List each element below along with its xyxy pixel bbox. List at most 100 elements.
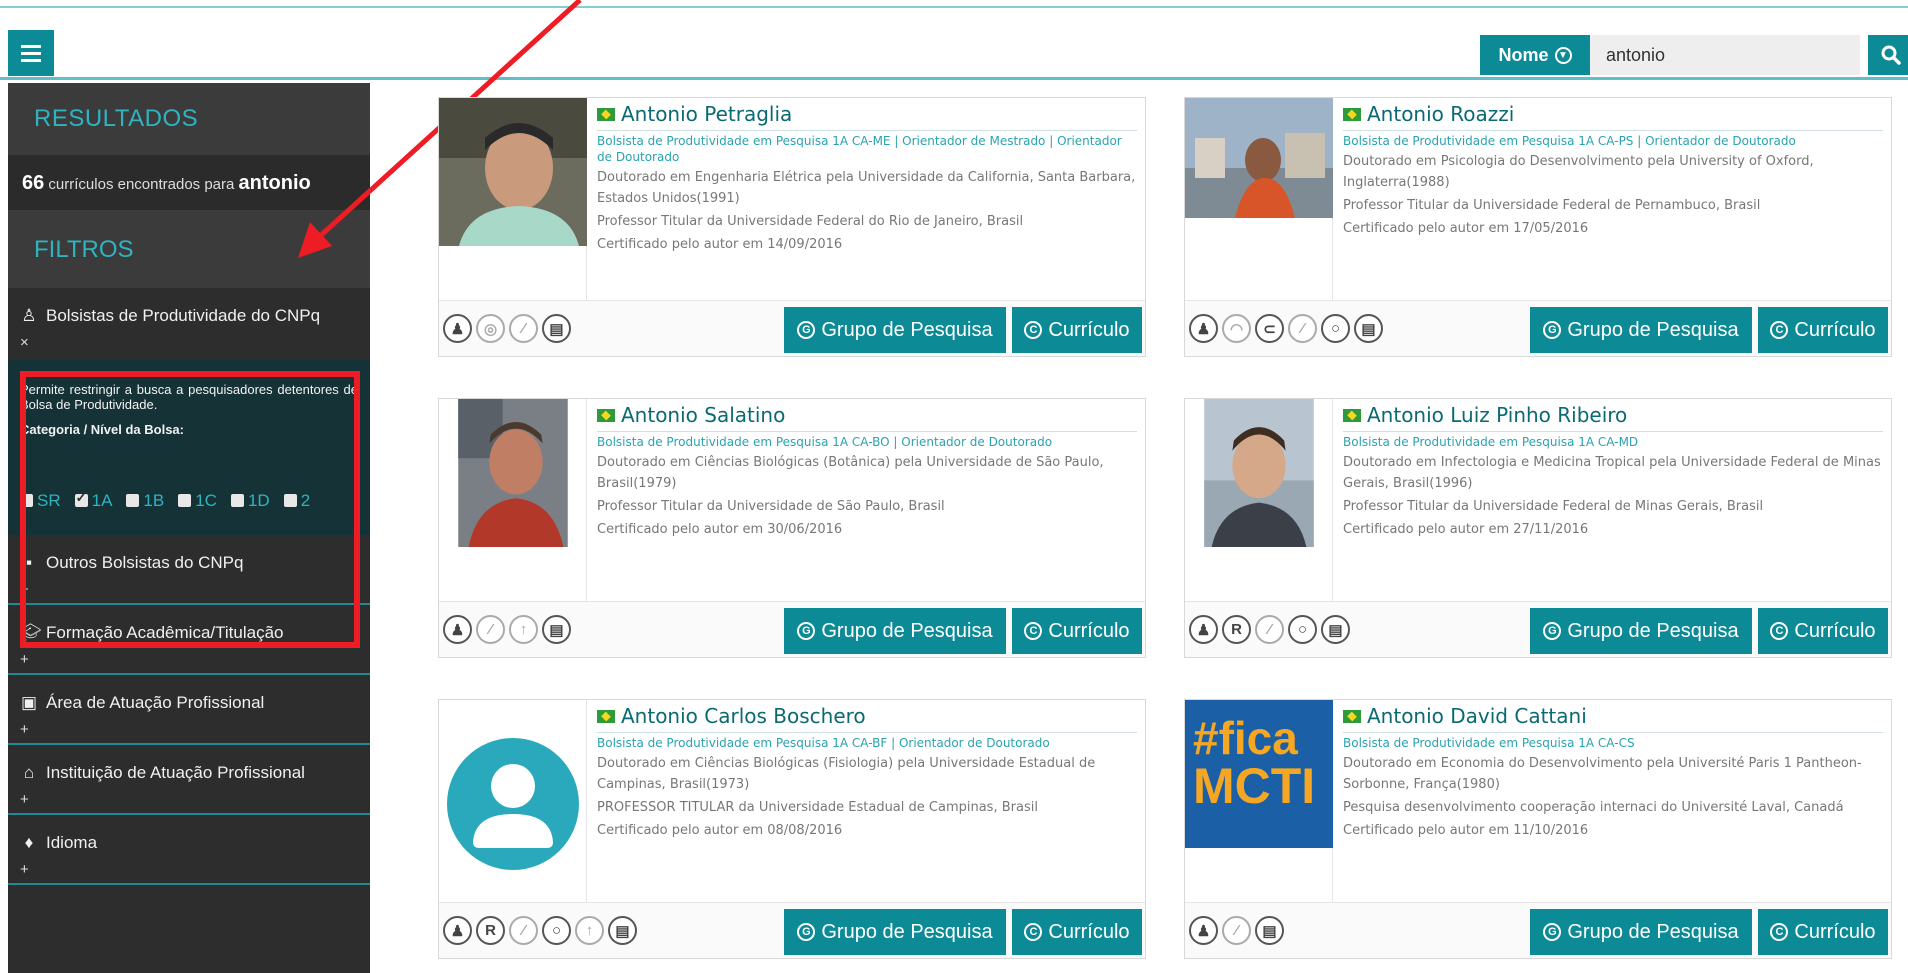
- grupo-pesquisa-button[interactable]: G Grupo de Pesquisa: [784, 307, 1006, 353]
- filter-area-atuacao[interactable]: ▣ Área de Atuação Profissional +: [8, 675, 370, 745]
- book-badge-icon[interactable]: ▤: [542, 314, 571, 343]
- book-badge-icon[interactable]: ▤: [608, 916, 637, 945]
- card-footer: ♟ ◠ ⊂ ⁄ ○ ▤ G Grupo de Pesquisa C Currícul…: [1185, 300, 1891, 356]
- r-badge-icon[interactable]: R: [476, 916, 505, 945]
- degree-line: Doutorado em Engenharia Elétrica pela Un…: [597, 170, 1136, 206]
- level-checkbox-1d[interactable]: 1D: [230, 492, 270, 509]
- arc-badge-icon[interactable]: ◠: [1222, 314, 1251, 343]
- filter-label: Formação Acadêmica/Titulação: [46, 623, 284, 642]
- person-badge-icon[interactable]: ♟: [1189, 916, 1218, 945]
- filter-bolsistas-produtividade[interactable]: ♙ Bolsistas de Produtividade do CNPq ×: [8, 288, 370, 360]
- badge-row: ♟ ⁄ ↑ ▤: [443, 615, 571, 644]
- bolsa-info: Bolsista de Produtividade em Pesquisa 1A…: [597, 134, 1122, 164]
- curriculo-button[interactable]: C Currículo: [1012, 307, 1142, 353]
- pen-badge-icon[interactable]: ⁄: [509, 916, 538, 945]
- book-badge-icon[interactable]: ▤: [1321, 615, 1350, 644]
- seal-badge-icon[interactable]: ◎: [476, 314, 505, 343]
- search-type-dropdown[interactable]: Nome ▼: [1480, 35, 1590, 75]
- lattes-icon: G: [1543, 321, 1562, 339]
- filter-outros-bolsistas[interactable]: ▪ Outros Bolsistas do CNPq +: [8, 535, 370, 605]
- button-label: Grupo de Pesquisa: [1567, 318, 1739, 341]
- pen-badge-icon[interactable]: ⁄: [509, 314, 538, 343]
- position-line: Professor Titular da Universidade de São…: [597, 499, 945, 514]
- level-checkbox-1a[interactable]: 1A: [74, 490, 112, 509]
- filters-heading: FILTROS: [8, 210, 370, 288]
- grupo-pesquisa-button[interactable]: G Grupo de Pesquisa: [1530, 307, 1752, 353]
- certified-line: Certificado pelo autor em 30/06/2016: [597, 522, 843, 537]
- person-badge-icon[interactable]: ♟: [443, 916, 472, 945]
- expand-icon[interactable]: +: [20, 721, 29, 738]
- level-checkbox-2[interactable]: 2: [283, 491, 311, 510]
- search-bar: Nome ▼: [1480, 35, 1908, 75]
- person-badge-icon[interactable]: ♟: [1189, 615, 1218, 644]
- badge-row: ♟ R ⁄ ○ ↑ ▤: [443, 916, 637, 945]
- expand-icon[interactable]: +: [20, 861, 29, 878]
- checkbox[interactable]: [178, 494, 192, 507]
- profile-photo: [439, 98, 587, 246]
- level-label: 2: [300, 491, 311, 510]
- search-button[interactable]: [1868, 35, 1908, 75]
- graduation-cap-icon: 🎓︎: [20, 623, 42, 642]
- expand-icon[interactable]: +: [20, 581, 29, 598]
- level-checkbox-1b[interactable]: 1B: [126, 491, 165, 510]
- book-badge-icon[interactable]: ▤: [1354, 314, 1383, 343]
- pen-badge-icon[interactable]: ⁄: [1222, 916, 1251, 945]
- researcher-name[interactable]: Antonio David Cattani: [1343, 704, 1883, 733]
- result-card: Antonio Salatino Bolsista de Produtivida…: [438, 398, 1146, 658]
- pen-badge-icon[interactable]: ⁄: [1255, 615, 1284, 644]
- person-badge-icon[interactable]: ♟: [443, 615, 472, 644]
- researcher-name[interactable]: Antonio Roazzi: [1343, 102, 1883, 131]
- bolsa-level-checkboxes: SR 1A 1B 1C 1D 2: [20, 490, 358, 510]
- checkbox[interactable]: [20, 494, 33, 507]
- arrow-badge-icon[interactable]: ↑: [509, 615, 538, 644]
- link-badge-icon[interactable]: ⊂: [1255, 314, 1284, 343]
- person-badge-icon[interactable]: ♟: [1189, 314, 1218, 343]
- result-card: Antonio Carlos Boschero Bolsista de Prod…: [438, 699, 1146, 959]
- level-checkbox-1c[interactable]: 1C: [178, 492, 217, 509]
- expand-icon[interactable]: +: [20, 651, 29, 668]
- curriculo-button[interactable]: C Currículo: [1758, 909, 1888, 955]
- book-badge-icon[interactable]: ▤: [542, 615, 571, 644]
- researcher-name[interactable]: Antonio Salatino: [597, 403, 1137, 432]
- position-line: Professor Titular da Universidade Federa…: [1343, 198, 1761, 213]
- name-text: Antonio Roazzi: [1367, 102, 1515, 126]
- pen-badge-icon[interactable]: ⁄: [1288, 314, 1317, 343]
- researcher-name[interactable]: Antonio Carlos Boschero: [597, 704, 1137, 733]
- researcher-name[interactable]: Antonio Luiz Pinho Ribeiro: [1343, 403, 1883, 432]
- collapse-icon[interactable]: ×: [20, 334, 29, 351]
- r-badge-icon[interactable]: R: [1222, 615, 1251, 644]
- button-label: Grupo de Pesquisa: [1567, 920, 1739, 943]
- hamburger-menu-button[interactable]: [8, 30, 54, 76]
- curriculo-button[interactable]: C Currículo: [1758, 608, 1888, 654]
- checkbox[interactable]: [283, 494, 297, 507]
- filter-label: Bolsistas de Produtividade do CNPq: [46, 306, 321, 325]
- filter-instituicao[interactable]: ⌂ Instituição de Atuação Profissional +: [8, 745, 370, 815]
- circle-badge-icon[interactable]: ○: [542, 916, 571, 945]
- grupo-pesquisa-button[interactable]: G Grupo de Pesquisa: [784, 909, 1006, 955]
- name-text: Antonio Luiz Pinho Ribeiro: [1367, 403, 1628, 427]
- circle-badge-icon[interactable]: ○: [1288, 615, 1317, 644]
- book-badge-icon[interactable]: ▤: [1255, 916, 1284, 945]
- grupo-pesquisa-button[interactable]: G Grupo de Pesquisa: [784, 608, 1006, 654]
- researcher-name[interactable]: Antonio Petraglia: [597, 102, 1137, 131]
- filter-formacao[interactable]: 🎓︎ Formação Acadêmica/Titulação +: [8, 605, 370, 675]
- expand-icon[interactable]: +: [20, 791, 29, 808]
- checkbox-checked[interactable]: [74, 490, 88, 507]
- checkbox[interactable]: [230, 494, 244, 507]
- curriculo-button[interactable]: C Currículo: [1012, 608, 1142, 654]
- curriculo-button[interactable]: C Currículo: [1758, 307, 1888, 353]
- search-input[interactable]: [1590, 35, 1860, 75]
- filter-idioma[interactable]: ♦ Idioma +: [8, 815, 370, 885]
- curriculo-button[interactable]: C Currículo: [1012, 909, 1142, 955]
- circle-badge-icon[interactable]: ○: [1321, 314, 1350, 343]
- badge-row: ♟ R ⁄ ○ ▤: [1189, 615, 1350, 644]
- checkbox[interactable]: [126, 494, 140, 507]
- grupo-pesquisa-button[interactable]: G Grupo de Pesquisa: [1530, 608, 1752, 654]
- level-checkbox-sr[interactable]: SR: [20, 492, 61, 509]
- level-label: 1B: [143, 491, 165, 510]
- person-badge-icon[interactable]: ♟: [443, 314, 472, 343]
- button-label: Grupo de Pesquisa: [821, 619, 993, 642]
- grupo-pesquisa-button[interactable]: G Grupo de Pesquisa: [1530, 909, 1752, 955]
- arrow-badge-icon[interactable]: ↑: [575, 916, 604, 945]
- pen-badge-icon[interactable]: ⁄: [476, 615, 505, 644]
